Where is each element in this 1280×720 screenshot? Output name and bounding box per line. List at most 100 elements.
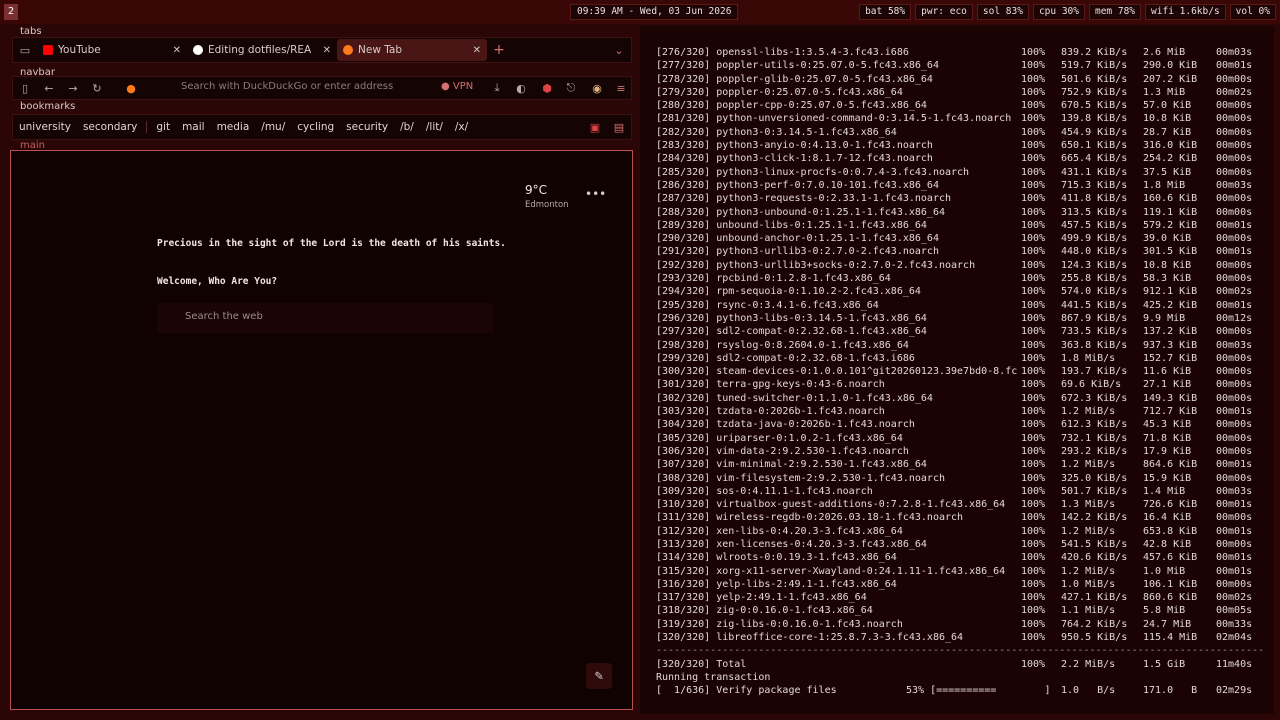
- bookmark-x[interactable]: /x/: [449, 121, 474, 133]
- tab-overview-icon[interactable]: ▭: [13, 44, 37, 57]
- bookmark-secondary[interactable]: secondary: [77, 121, 143, 133]
- close-icon[interactable]: ✕: [173, 45, 181, 56]
- new-tab-icon[interactable]: +: [487, 42, 511, 58]
- terminal-window[interactable]: [276/320] openssl-libs-1:3.5.4-3.fc43.i6…: [640, 26, 1274, 714]
- package-size: 137.2 KiB: [1143, 326, 1198, 338]
- elapsed-time: 00m00s: [1216, 379, 1253, 391]
- elapsed-time: 00m00s: [1216, 100, 1253, 112]
- reload-icon[interactable]: ↻: [85, 82, 109, 95]
- vpn-button[interactable]: ● VPN: [441, 81, 473, 92]
- package-size: 160.6 KiB: [1143, 193, 1198, 205]
- sidebar-icon[interactable]: ▯: [13, 82, 37, 95]
- share-icon[interactable]: ⎋: [559, 81, 583, 95]
- elapsed-time: 00m01s: [1216, 552, 1253, 564]
- package-name: [292/320] python3-urllib3+socks-0:2.7.0-…: [656, 259, 976, 271]
- welcome-text: Welcome, Who Are You?: [157, 276, 278, 287]
- progress-percent: 100%: [1021, 339, 1046, 351]
- reader-icon[interactable]: ▤: [607, 121, 631, 134]
- tab-github[interactable]: Editing dotfiles/REA ✕: [187, 39, 337, 61]
- bookmark-university[interactable]: university: [13, 121, 77, 133]
- web-search-box[interactable]: Search the web: [157, 303, 493, 333]
- download-speed: 69.6 KiB/s: [1061, 379, 1122, 391]
- terminal-row: [283/320] python3-anyio-0:4.13.0-1.fc43.…: [656, 139, 1264, 152]
- ublock-icon[interactable]: ⬢: [535, 82, 559, 95]
- package-name: [300/320] steam-devices-0:1.0.0.101^git2…: [656, 366, 1018, 378]
- package-size: 106.1 KiB: [1143, 578, 1198, 590]
- menu-icon[interactable]: ≡: [609, 82, 633, 95]
- download-speed: 764.2 KiB/s: [1061, 618, 1128, 630]
- package-name: [303/320] tzdata-0:2026b-1.fc43.noarch: [656, 406, 885, 418]
- bookmark-lit[interactable]: /lit/: [420, 121, 449, 133]
- download-speed: 752.9 KiB/s: [1061, 86, 1128, 98]
- elapsed-time: 00m00s: [1216, 206, 1253, 218]
- progress-percent: 100%: [1021, 273, 1046, 285]
- bookmark-security[interactable]: security: [340, 121, 394, 133]
- verify-row: [ 1/636] Verify package files 53% [======…: [656, 684, 1264, 697]
- terminal-row: [292/320] python3-urllib3+socks-0:2.7.0-…: [656, 259, 1264, 272]
- package-size: 653.8 KiB: [1143, 525, 1198, 537]
- forward-icon[interactable]: →: [61, 82, 85, 95]
- download-speed: 715.3 KiB/s: [1061, 179, 1128, 191]
- package-size: 17.9 KiB: [1143, 445, 1192, 457]
- bookmark-media[interactable]: media: [211, 121, 256, 133]
- package-size: 58.3 KiB: [1143, 273, 1192, 285]
- download-speed: 612.3 KiB/s: [1061, 419, 1128, 431]
- package-size: 1.4 MiB: [1143, 485, 1186, 497]
- terminal-row: [315/320] xorg-x11-server-Xwayland-0:24.…: [656, 565, 1264, 578]
- bookmark-star-icon[interactable]: ▣: [583, 121, 607, 134]
- terminal-row: [282/320] python3-0:3.14.5-1.fc43.x86_64…: [656, 126, 1264, 139]
- system-stats: bat 58% pwr: eco sol 83% cpu 30% mem 78%…: [859, 4, 1276, 20]
- download-speed: 541.5 KiB/s: [1061, 538, 1128, 550]
- tab-youtube[interactable]: YouTube ✕: [37, 39, 187, 61]
- close-icon[interactable]: ✕: [473, 45, 481, 56]
- package-size: 28.7 KiB: [1143, 126, 1192, 138]
- url-input[interactable]: Search with DuckDuckGo or enter address: [181, 81, 393, 92]
- elapsed-time: 00m00s: [1216, 538, 1253, 550]
- terminal-row: [306/320] vim-data-2:9.2.530-1.fc43.noar…: [656, 445, 1264, 458]
- package-name: [298/320] rsyslog-0:8.2604.0-1.fc43.x86_…: [656, 339, 909, 351]
- progress-percent: 100%: [1021, 166, 1046, 178]
- workspace-indicator[interactable]: 2: [4, 4, 18, 20]
- terminal-row: [285/320] python3-linux-procfs-0:0.7.4-3…: [656, 166, 1264, 179]
- close-icon[interactable]: ✕: [323, 45, 331, 56]
- download-speed: 313.5 KiB/s: [1061, 206, 1128, 218]
- tab-new-tab[interactable]: New Tab ✕: [337, 39, 487, 61]
- progress-percent: 100%: [1021, 179, 1046, 191]
- more-options-icon[interactable]: •••: [585, 187, 606, 201]
- chevron-down-icon[interactable]: ⌄: [607, 44, 631, 57]
- package-size: 207.2 KiB: [1143, 73, 1198, 85]
- progress-percent: 100%: [1021, 86, 1046, 98]
- back-icon[interactable]: ←: [37, 82, 61, 95]
- duckduckgo-icon[interactable]: ●: [119, 82, 143, 95]
- bookmark-mu[interactable]: /mu/: [255, 121, 291, 133]
- package-size: 726.6 KiB: [1143, 499, 1198, 511]
- terminal-row: [279/320] poppler-0:25.07.0-5.fc43.x86_6…: [656, 86, 1264, 99]
- download-speed: 1.1 MiB/s: [1061, 605, 1116, 617]
- package-size: 39.0 KiB: [1143, 233, 1192, 245]
- terminal-row: [287/320] python3-requests-0:2.33.1-1.fc…: [656, 192, 1264, 205]
- download-icon[interactable]: ⤓: [485, 81, 509, 95]
- progress-percent: 100%: [1021, 140, 1046, 152]
- package-size: 24.7 MiB: [1143, 618, 1192, 630]
- progress-percent: 100%: [1021, 259, 1046, 271]
- progress-percent: 100%: [1021, 246, 1046, 258]
- elapsed-time: 00m01s: [1216, 406, 1253, 418]
- elapsed-time: 00m03s: [1216, 179, 1253, 191]
- package-size: 864.6 KiB: [1143, 459, 1198, 471]
- extension-icon[interactable]: ◐: [509, 82, 533, 95]
- progress-percent: 100%: [1021, 47, 1046, 58]
- bookmark-cycling[interactable]: cycling: [291, 121, 340, 133]
- download-speed: 839.2 KiB/s: [1061, 47, 1128, 58]
- edit-icon[interactable]: ✎: [586, 663, 612, 689]
- progress-percent: 100%: [1021, 326, 1046, 338]
- bookmark-git[interactable]: git: [150, 121, 176, 133]
- progress-percent: 100%: [1021, 312, 1046, 324]
- search-input[interactable]: Search the web: [185, 311, 263, 322]
- bookmark-mail[interactable]: mail: [176, 121, 211, 133]
- package-name: [307/320] vim-minimal-2:9.2.530-1.fc43.x…: [656, 459, 927, 471]
- package-size: 152.7 KiB: [1143, 352, 1198, 364]
- download-speed: 325.0 KiB/s: [1061, 472, 1128, 484]
- bookmark-b[interactable]: /b/: [394, 121, 420, 133]
- elapsed-time: 00m02s: [1216, 592, 1253, 604]
- account-icon[interactable]: ◉: [585, 82, 609, 95]
